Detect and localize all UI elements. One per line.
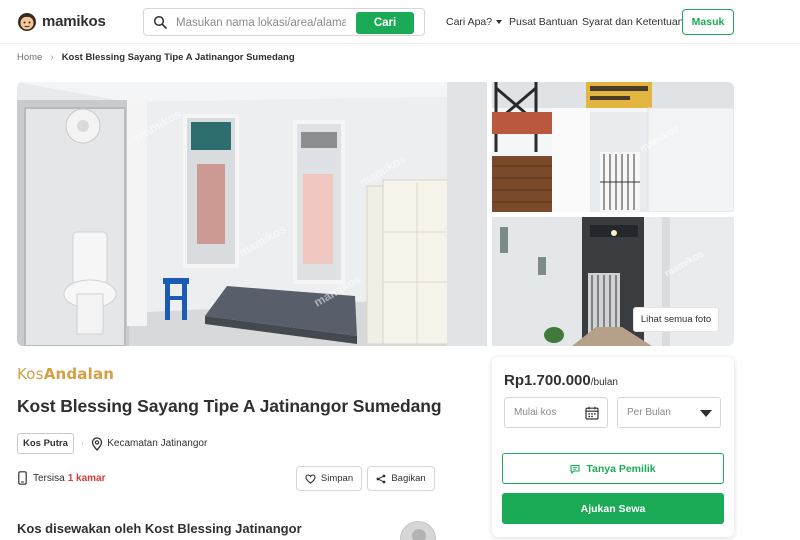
listing-meta: Kos Putra · Kecamatan Jatinangor: [17, 433, 207, 454]
availability-prefix: Tersisa: [33, 472, 65, 484]
search-bar: Cari: [143, 8, 425, 36]
listing-location: Kecamatan Jatinangor: [107, 438, 208, 449]
ask-owner-button[interactable]: Tanya Pemilik: [502, 453, 724, 484]
avatar-icon: [401, 522, 435, 540]
start-date-placeholder: Mulai kos: [514, 407, 557, 418]
save-button[interactable]: Simpan: [296, 466, 362, 491]
ask-owner-label: Tanya Pemilik: [586, 462, 656, 475]
save-button-label: Simpan: [320, 473, 354, 484]
listing-title: Kost Blessing Sayang Tipe A Jatinangor S…: [17, 396, 442, 416]
login-button[interactable]: Masuk: [682, 9, 734, 35]
chat-icon: [570, 464, 580, 474]
breadcrumb-home[interactable]: Home: [17, 52, 42, 63]
search-button[interactable]: Cari: [356, 12, 414, 34]
apply-rent-button[interactable]: Ajukan Sewa: [502, 493, 724, 524]
rent-period-value: Per Bulan: [627, 407, 671, 418]
see-all-photos-button[interactable]: Lihat semua foto: [633, 307, 719, 332]
logo[interactable]: mamikos: [16, 10, 106, 32]
share-button[interactable]: Bagikan: [367, 466, 435, 491]
logo-text: mamikos: [42, 12, 106, 30]
mamikos-logo-icon: [18, 13, 36, 31]
kos-andalan-badge: KosAndalan: [17, 365, 114, 383]
calendar-icon: [585, 406, 599, 420]
price-amount: Rp1.700.000: [504, 372, 591, 389]
exterior-photo[interactable]: mamikos: [492, 82, 734, 212]
chevron-down-icon: [496, 20, 503, 24]
nav-pusat-bantuan[interactable]: Pusat Bantuan: [509, 16, 578, 28]
meta-separator: ·: [80, 438, 85, 449]
price-unit: /bulan: [590, 377, 618, 388]
brand-part1: Kos: [17, 365, 44, 383]
breadcrumb: Home › Kost Blessing Sayang Tipe A Jatin…: [17, 52, 295, 63]
listing-type-badge: Kos Putra: [17, 433, 74, 454]
start-date-field[interactable]: Mulai kos: [504, 397, 608, 428]
availability-count: 1 kamar: [67, 472, 106, 484]
owner-heading: Kos disewakan oleh Kost Blessing Jatinan…: [17, 521, 302, 536]
heart-icon: [305, 473, 316, 484]
chevron-right-icon: ›: [50, 52, 54, 63]
location-icon: [92, 436, 103, 451]
nav-cari-apa-dropdown[interactable]: Cari Apa?: [446, 16, 503, 28]
price: Rp1.700.000/bulan: [504, 372, 618, 390]
rent-period-select[interactable]: Per Bulan: [617, 397, 721, 428]
owner-avatar[interactable]: [400, 521, 436, 540]
breadcrumb-current: Kost Blessing Sayang Tipe A Jatinangor S…: [61, 52, 295, 63]
availability: Tersisa 1 kamar: [18, 471, 106, 485]
room-photo-illustration: mamikos mamikos mamikos mamikos: [17, 82, 487, 346]
nav-cari-apa-label: Cari Apa?: [446, 16, 493, 28]
share-icon: [376, 474, 386, 483]
booking-card: Rp1.700.000/bulan Mulai kos Per Bulan Ta…: [492, 357, 734, 537]
search-input[interactable]: [176, 14, 346, 32]
dropdown-icon: [700, 410, 712, 417]
phone-icon: [18, 471, 27, 485]
search-icon: [153, 15, 167, 29]
share-button-label: Bagikan: [391, 473, 426, 484]
brand-part2: Andalan: [43, 365, 115, 383]
main-photo[interactable]: mamikos mamikos mamikos mamikos: [17, 82, 487, 346]
top-header: mamikos Cari Cari Apa? Pusat Bantuan Sya…: [0, 0, 800, 44]
nav-syarat-ketentuan[interactable]: Syarat dan Ketentuan: [582, 16, 684, 28]
exterior-photo-illustration: mamikos: [492, 82, 734, 212]
